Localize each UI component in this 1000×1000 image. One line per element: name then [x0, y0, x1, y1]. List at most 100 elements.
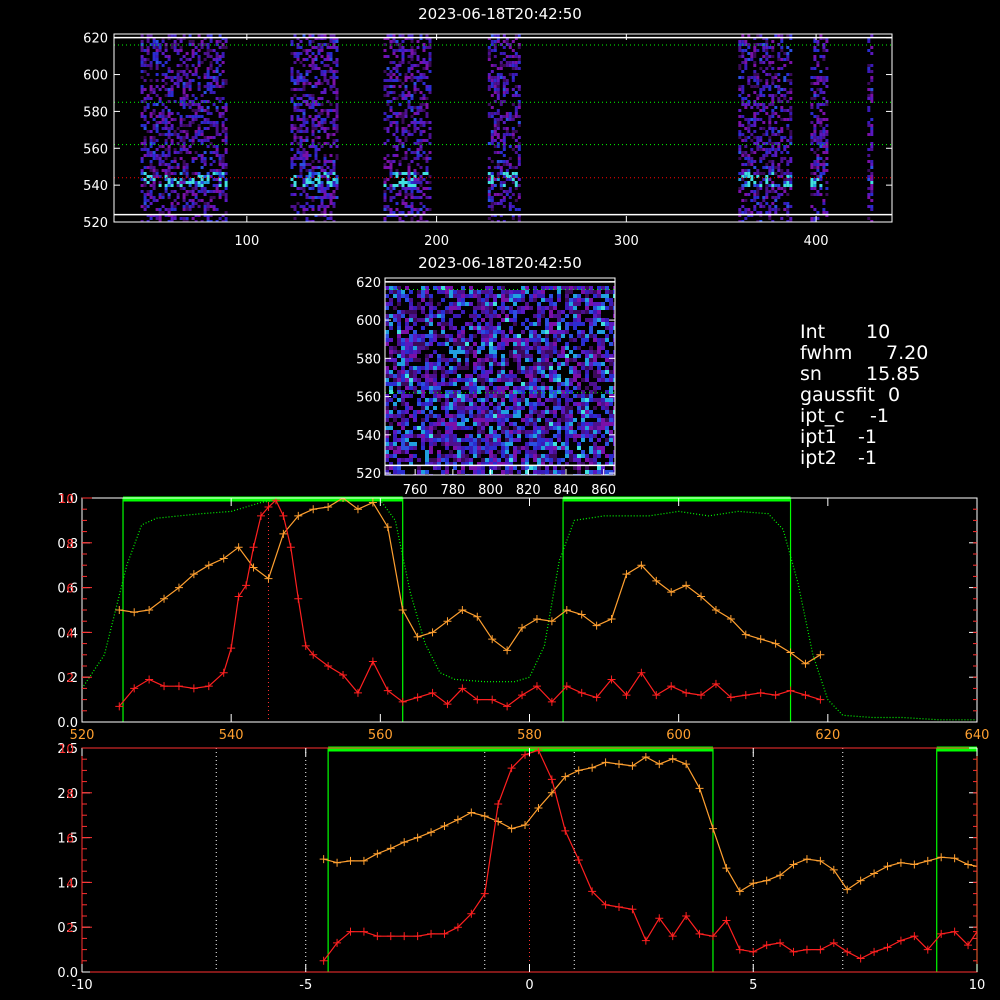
middle-image-pixel — [513, 302, 517, 306]
top-image-pixel — [164, 121, 168, 124]
top-image-pixel — [293, 61, 297, 64]
top-image-pixel — [167, 136, 171, 139]
middle-image-pixel — [509, 290, 513, 294]
middle-image-pixel — [529, 414, 533, 418]
top-image-pixel — [332, 118, 336, 121]
top-image-pixel — [867, 154, 871, 157]
top-image-pixel — [759, 103, 763, 106]
middle-image-pixel — [553, 322, 557, 326]
top-image-pixel — [326, 112, 330, 115]
middle-image-pixel — [393, 318, 397, 322]
top-image-pixel — [209, 91, 213, 94]
middle-image-pixel — [401, 382, 405, 386]
top-image-pixel — [765, 79, 769, 82]
middle-image-pixel — [577, 318, 581, 322]
middle-image-pixel — [525, 374, 529, 378]
top-image-pixel — [152, 112, 156, 115]
middle-image-pixel — [509, 430, 513, 434]
top-image-pixel — [789, 205, 793, 208]
top-image-pixel — [416, 127, 420, 130]
top-image-pixel — [514, 139, 518, 142]
top-image-pixel — [401, 82, 405, 85]
top-image-pixel — [416, 211, 420, 214]
middle-image-pixel — [585, 318, 589, 322]
top-image-pixel — [170, 208, 174, 211]
top-image-pixel — [765, 151, 769, 154]
top-image-pixel — [383, 205, 387, 208]
middle-image-pixel — [421, 426, 425, 430]
middle-image-pixel — [509, 390, 513, 394]
middle-image-pixel — [493, 378, 497, 382]
middle-image-pixel — [521, 466, 525, 470]
top-image-pixel — [505, 130, 509, 133]
top-image-pixel — [149, 190, 153, 193]
top-image-pixel — [302, 115, 306, 118]
top-image-pixel — [765, 190, 769, 193]
top-image-pixel — [395, 154, 399, 157]
middle-image-pixel — [541, 346, 545, 350]
middle-image-pixel — [489, 390, 493, 394]
middle-image-pixel — [389, 426, 393, 430]
top-image-pixel — [191, 160, 195, 163]
top-image-pixel — [867, 178, 871, 181]
middle-image-pixel — [557, 382, 561, 386]
middle-image-pixel — [589, 290, 593, 294]
top-image-pixel — [398, 64, 402, 67]
top-image-pixel — [398, 163, 402, 166]
top-image-pixel — [293, 79, 297, 82]
top-image-pixel — [221, 124, 225, 127]
middle-image-pixel — [485, 374, 489, 378]
middle-image-pixel — [577, 294, 581, 298]
top-image-pixel — [335, 109, 339, 112]
top-image-pixel — [293, 217, 297, 220]
middle-image-pixel — [557, 354, 561, 358]
top-image-pixel — [182, 136, 186, 139]
middle-image-pixel — [569, 406, 573, 410]
middle-image-pixel — [405, 402, 409, 406]
middle-image-pixel — [569, 426, 573, 430]
middle-image-pixel — [605, 378, 609, 382]
top-image-pixel — [401, 118, 405, 121]
top-image-pixel — [511, 61, 515, 64]
top-image-pixel — [398, 79, 402, 82]
middle-image-pixel — [517, 378, 521, 382]
top-image-pixel — [496, 91, 500, 94]
top-image-pixel — [759, 67, 763, 70]
middle-image-pixel — [589, 302, 593, 306]
top-image-pixel — [173, 148, 177, 151]
middle-image-pixel — [417, 342, 421, 346]
middle-image-pixel — [485, 398, 489, 402]
middle-image-pixel — [581, 438, 585, 442]
top-image-pixel — [867, 40, 871, 43]
middle-image-pixel — [609, 422, 613, 426]
middle-image-pixel — [609, 326, 613, 330]
top-image-pixel — [302, 190, 306, 193]
top-image-pixel — [194, 193, 198, 196]
top-image-pixel — [293, 205, 297, 208]
top-image-pixel — [825, 79, 829, 82]
middle-image-pixel — [533, 426, 537, 430]
top-image-pixel — [404, 112, 408, 115]
top-image-pixel — [870, 46, 874, 49]
top-image-pixel — [173, 199, 177, 202]
middle-image-pixel — [417, 402, 421, 406]
top-image-pixel — [152, 58, 156, 61]
top-image-pixel — [158, 154, 162, 157]
top-image-pixel — [747, 103, 751, 106]
top-image-pixel — [511, 166, 515, 169]
middle-image-pixel — [457, 338, 461, 342]
middle-image-pixel — [609, 454, 613, 458]
top-image-pixel — [490, 133, 494, 136]
middle-image-pixel — [405, 446, 409, 450]
top-image-pixel — [741, 139, 745, 142]
middle-image-pixel — [421, 434, 425, 438]
profile-plot-1-data-point — [324, 502, 333, 511]
top-image-pixel — [191, 187, 195, 190]
top-image-pixel — [146, 130, 150, 133]
top-image-pixel — [786, 184, 790, 187]
middle-image-pixel — [397, 326, 401, 330]
middle-image-pixel — [425, 346, 429, 350]
top-image-pixel — [167, 112, 171, 115]
top-image-pixel — [326, 160, 330, 163]
top-image-pixel — [493, 121, 497, 124]
